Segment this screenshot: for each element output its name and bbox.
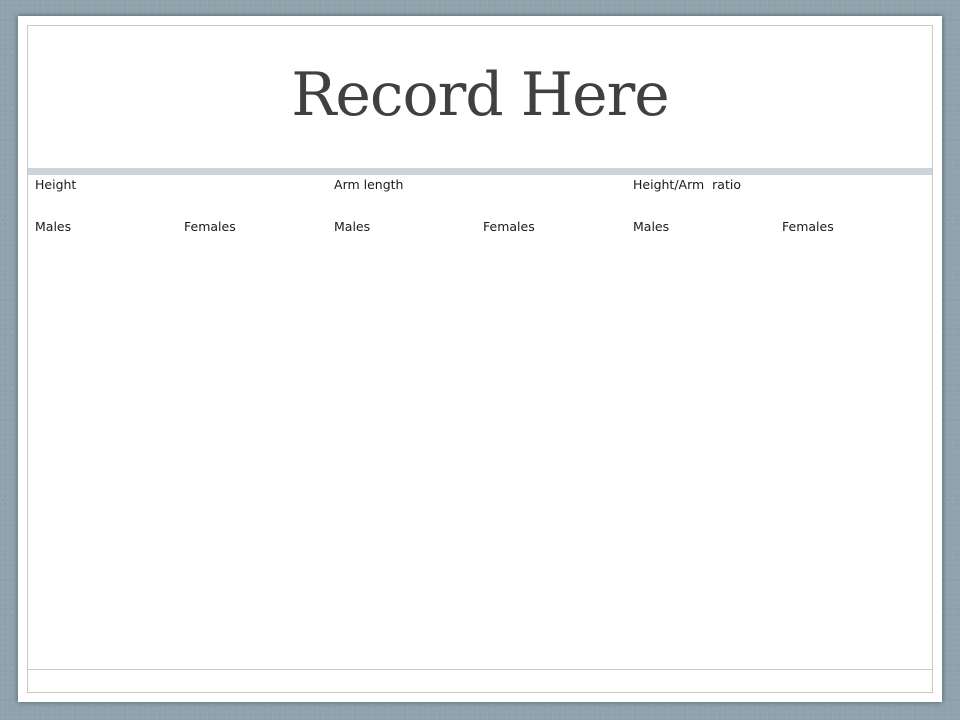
slide: Record Here Height Arm length Height/Arm…	[18, 16, 942, 702]
height-males-header: Males	[35, 219, 72, 234]
record-table: Height Arm length Height/Arm ratio Males…	[28, 175, 932, 239]
group-header-ratio: Height/Arm ratio	[633, 177, 741, 192]
ratio-females-header: Females	[782, 219, 834, 234]
ratio-males-header: Males	[633, 219, 670, 234]
arm-males-header: Males	[334, 219, 371, 234]
footer-divider	[28, 669, 932, 670]
sex-header-row: Males Females Males Females Males Female…	[28, 211, 932, 239]
arm-females-header: Females	[483, 219, 535, 234]
group-header-arm-length: Arm length	[334, 177, 404, 192]
group-header-row: Height Arm length Height/Arm ratio	[28, 175, 932, 211]
title-divider-band	[28, 168, 932, 175]
slide-title: Record Here	[291, 60, 670, 130]
height-females-header: Females	[184, 219, 236, 234]
group-header-height: Height	[35, 177, 77, 192]
